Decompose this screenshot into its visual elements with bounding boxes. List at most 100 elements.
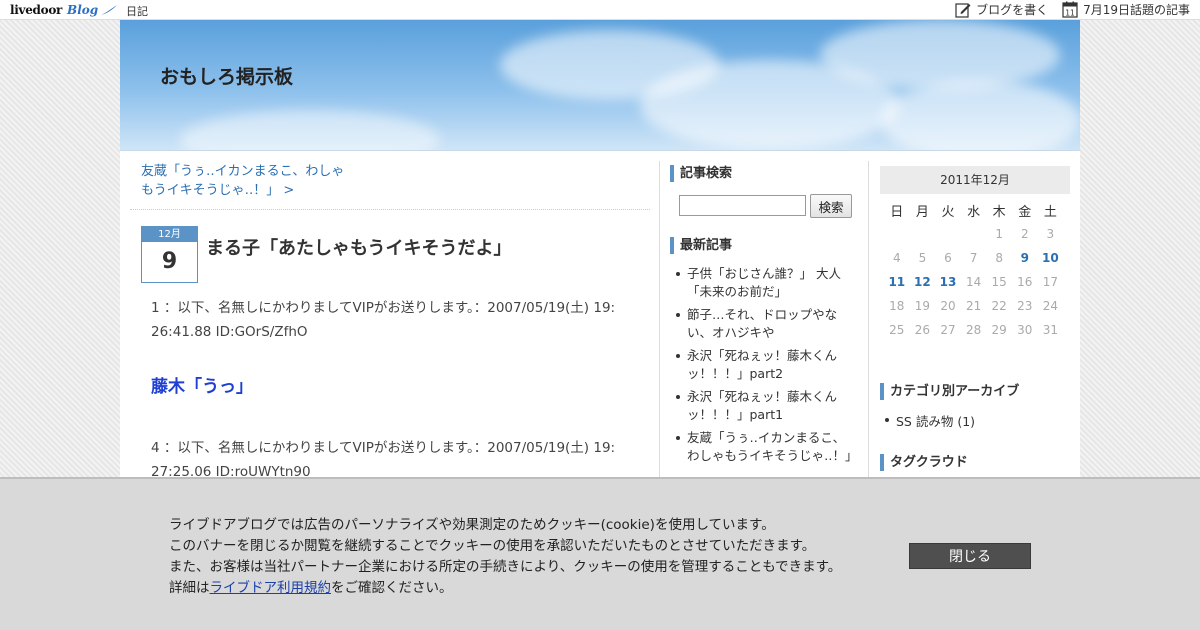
response-header: 1 ：以下、名無しにかわりましてVIPがお送りします。：2007/05/19(土… (151, 296, 641, 344)
recent-article-item[interactable]: 永沢「死ねぇッ！藤木くんッ！！！」part2 (674, 347, 854, 383)
response-header-line: 26:41.88 ID:GOrS/ZfhO (151, 324, 308, 340)
category-list: SS 読み物 (1) (884, 411, 975, 430)
calendar-day: 24 (1042, 299, 1058, 313)
header-cloud (180, 110, 440, 150)
calendar-day: 29 (991, 323, 1007, 337)
cookie-text-line: また、お客様は当社パートナー企業における所定の手続きにより、クッキーの使用を管理… (169, 559, 842, 575)
calendar-day-link[interactable]: 10 (1038, 246, 1064, 270)
calendar-day-link[interactable]: 9 (1012, 246, 1038, 270)
calendar-icon-day: 11 (1065, 8, 1075, 17)
calendar-weekday: 水 (967, 204, 981, 220)
calendar-weekday-row: 日 月 火 水 木 金 土 (884, 198, 1063, 222)
calendar-day: 19 (914, 299, 931, 313)
cookie-text-line: ライブドアブログでは広告のパーソナライズや効果測定のためクッキー(cookie)… (169, 517, 775, 533)
calendar-day: 1 (995, 227, 1003, 241)
cookie-banner-text: ライブドアブログでは広告のパーソナライズや効果測定のためクッキー(cookie)… (169, 515, 889, 599)
search-heading: 記事検索 (670, 165, 732, 182)
blog-header: おもしろ掲示板 (120, 20, 1080, 151)
cookie-banner: ライブドアブログでは広告のパーソナライズや効果測定のためクッキー(cookie)… (0, 477, 1200, 630)
calendar-day: 8 (995, 251, 1003, 265)
calendar-week-row: 18 19 20 21 22 23 24 (884, 294, 1063, 318)
calendar-day: 21 (965, 299, 982, 313)
calendar-day: 15 (991, 275, 1007, 289)
post-date-month: 12月 (142, 227, 197, 242)
calendar-day: 31 (1042, 323, 1058, 337)
calendar-day-link[interactable]: 12 (910, 270, 936, 294)
calendar-day: 16 (1017, 275, 1033, 289)
header-cloud (880, 80, 1080, 150)
terms-link[interactable]: ライブドア利用規約 (210, 580, 332, 596)
calendar-weekday: 火 (941, 204, 955, 220)
write-blog-link[interactable]: ブログを書く (955, 1, 1048, 18)
cookie-text-line: このバナーを閉じるか閲覧を継続することでクッキーの使用を承認いただいたものとさせ… (169, 538, 816, 554)
calendar-weekday: 月 (915, 204, 929, 220)
prev-article-link[interactable]: 友蔵「うぅ‥イカンまるこ、わしゃ もうイキそうじゃ‥！」 > (141, 162, 401, 200)
calendar-day: 22 (991, 299, 1007, 313)
category-item[interactable]: SS 読み物 (1) (884, 411, 975, 430)
recent-articles-list: 子供「おじさん誰？」 大人「未来のお前だ」 節子…それ、ドロップやない、オハジキ… (674, 265, 857, 470)
recent-article-item[interactable]: 節子…それ、ドロップやない、オハジキや (674, 306, 854, 342)
category-archive-heading: カテゴリ別アーカイブ (880, 383, 1019, 400)
calendar-day: 20 (940, 299, 956, 313)
write-blog-label: ブログを書く (976, 3, 1049, 17)
calendar-day: 23 (1017, 299, 1033, 313)
cookie-text-line: 詳細はライブドア利用規約をご確認ください。 (169, 578, 889, 599)
calendar-week-row: 1 2 3 (884, 222, 1063, 246)
calendar-day (935, 222, 961, 246)
recent-article-item[interactable]: 永沢「死ねぇッ！藤木くんッ！！！」part1 (674, 388, 854, 424)
search-button[interactable]: 検索 (810, 194, 852, 218)
calendar-day: 14 (965, 275, 982, 289)
calendar-day (884, 222, 910, 246)
calendar-week-row: 11 12 13 14 15 16 17 (884, 270, 1063, 294)
topic-articles-label: 7月19日話題の記事 (1083, 3, 1190, 17)
top-bar: livedoor Blog 日記 ブログを書く 11 7月19日話題の記事 (0, 0, 1200, 20)
calendar-day-link[interactable]: 13 (935, 270, 961, 294)
nav-diary-link[interactable]: 日記 (126, 3, 148, 19)
calendar-day (910, 222, 936, 246)
top-right-links: ブログを書く 11 7月19日話題の記事 (941, 1, 1190, 18)
response-header-line: 4 ：以下、名無しにかわりましてVIPがお送りします。：2007/05/19(土… (151, 440, 616, 456)
search-input[interactable] (679, 195, 806, 216)
livedoor-blog-logo[interactable]: livedoor Blog (10, 2, 118, 18)
logo-livedoor-text: livedoor (10, 3, 63, 17)
calendar-weekday: 木 (992, 204, 1006, 220)
calendar-day: 18 (889, 299, 905, 313)
prev-article-line2: もうイキそうじゃ‥！」 > (141, 183, 295, 198)
calendar-weekday: 土 (1043, 204, 1057, 220)
calendar-day: 28 (965, 323, 982, 337)
pencil-note-icon (955, 2, 971, 18)
calendar-title: 2011年12月 (880, 166, 1070, 194)
calendar-day-link[interactable]: 11 (884, 270, 910, 294)
recent-article-item[interactable]: 友蔵「うぅ‥イカンまるこ、わしゃもうイキそうじゃ‥！」 (674, 429, 857, 465)
calendar-day: 3 (1046, 227, 1055, 241)
calendar-day: 25 (889, 323, 905, 337)
calendar-day: 6 (944, 251, 952, 265)
recent-heading: 最新記事 (670, 237, 732, 254)
separator (130, 209, 650, 210)
calendar-day: 17 (1042, 275, 1058, 289)
tagcloud-heading: タグクラウド (880, 454, 968, 471)
calendar-weekday: 金 (1018, 204, 1032, 220)
calendar-week-row: 4 5 6 7 8 9 10 (884, 246, 1063, 270)
calendar-day: 27 (940, 323, 956, 337)
response-header-line: 1 ：以下、名無しにかわりましてVIPがお送りします。：2007/05/19(土… (151, 300, 616, 316)
recent-article-item[interactable]: 子供「おじさん誰？」 大人「未来のお前だ」 (674, 265, 854, 301)
cookie-text-prefix: 詳細は (169, 580, 210, 596)
calendar-day: 26 (914, 323, 931, 337)
calendar-day: 30 (1017, 323, 1033, 337)
post-title[interactable]: まる子「あたしゃもうイキそうだよ」 (206, 234, 511, 260)
topic-articles-link[interactable]: 11 7月19日話題の記事 (1062, 1, 1190, 18)
post-date-badge: 12月 9 (141, 226, 198, 283)
prev-article-line1: 友蔵「うぅ‥イカンまるこ、わしゃ (141, 164, 345, 179)
calendar-day: 5 (918, 251, 927, 265)
logo-blog-text: Blog (67, 3, 99, 17)
post-date-day: 9 (161, 249, 178, 274)
feather-icon (101, 5, 118, 15)
calendar-day: 4 (892, 251, 901, 265)
cookie-close-button[interactable]: 閉じる (909, 543, 1031, 569)
site-title[interactable]: おもしろ掲示板 (160, 62, 293, 89)
header-cloud (820, 20, 1060, 90)
calendar-icon: 11 (1062, 1, 1078, 18)
calendar-week-row: 25 26 27 28 29 30 31 (884, 318, 1063, 342)
cookie-text-suffix: をご確認ください。 (331, 580, 453, 596)
